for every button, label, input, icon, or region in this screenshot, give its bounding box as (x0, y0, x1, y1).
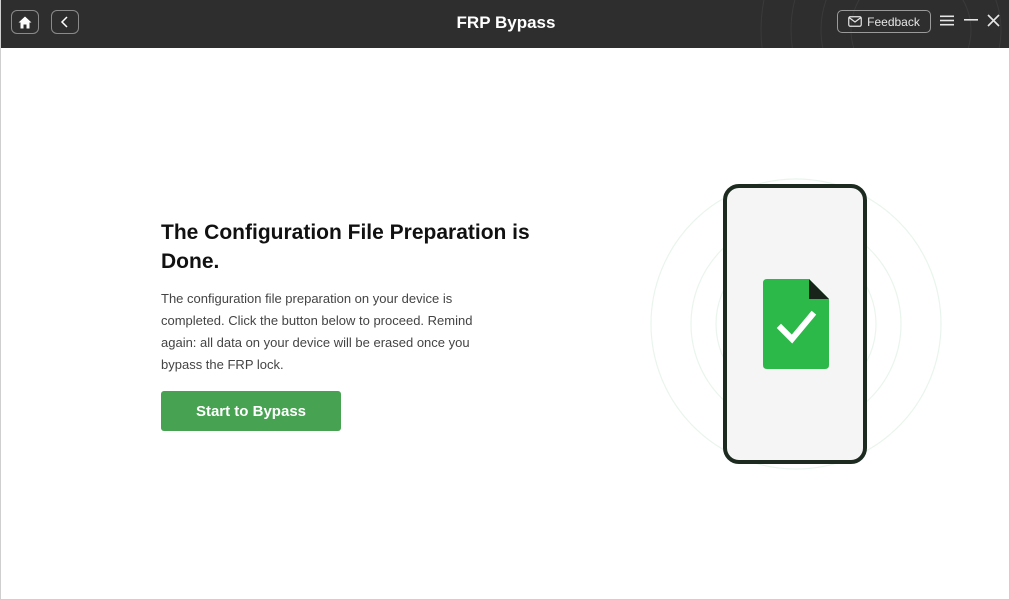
close-icon (986, 13, 1000, 27)
mail-icon (848, 16, 862, 27)
close-button[interactable] (984, 11, 1002, 29)
main-content: The Configuration File Preparation is Do… (161, 218, 561, 376)
page-description: The configuration file preparation on yo… (161, 291, 473, 372)
minimize-button[interactable] (962, 11, 980, 29)
app-window: FRP Bypass Feedback The Configuration Fi… (0, 0, 1010, 600)
title-bar: FRP Bypass Feedback (1, 0, 1009, 48)
minimize-icon (964, 19, 978, 21)
start-bypass-button[interactable]: Start to Bypass (161, 391, 341, 431)
file-check-icon (763, 279, 829, 369)
phone-illustration (650, 178, 942, 470)
feedback-button[interactable]: Feedback (837, 10, 931, 33)
page-heading: The Configuration File Preparation is Do… (161, 221, 530, 273)
feedback-label: Feedback (867, 14, 920, 29)
menu-button[interactable] (938, 11, 956, 29)
hamburger-menu-icon (940, 15, 954, 25)
